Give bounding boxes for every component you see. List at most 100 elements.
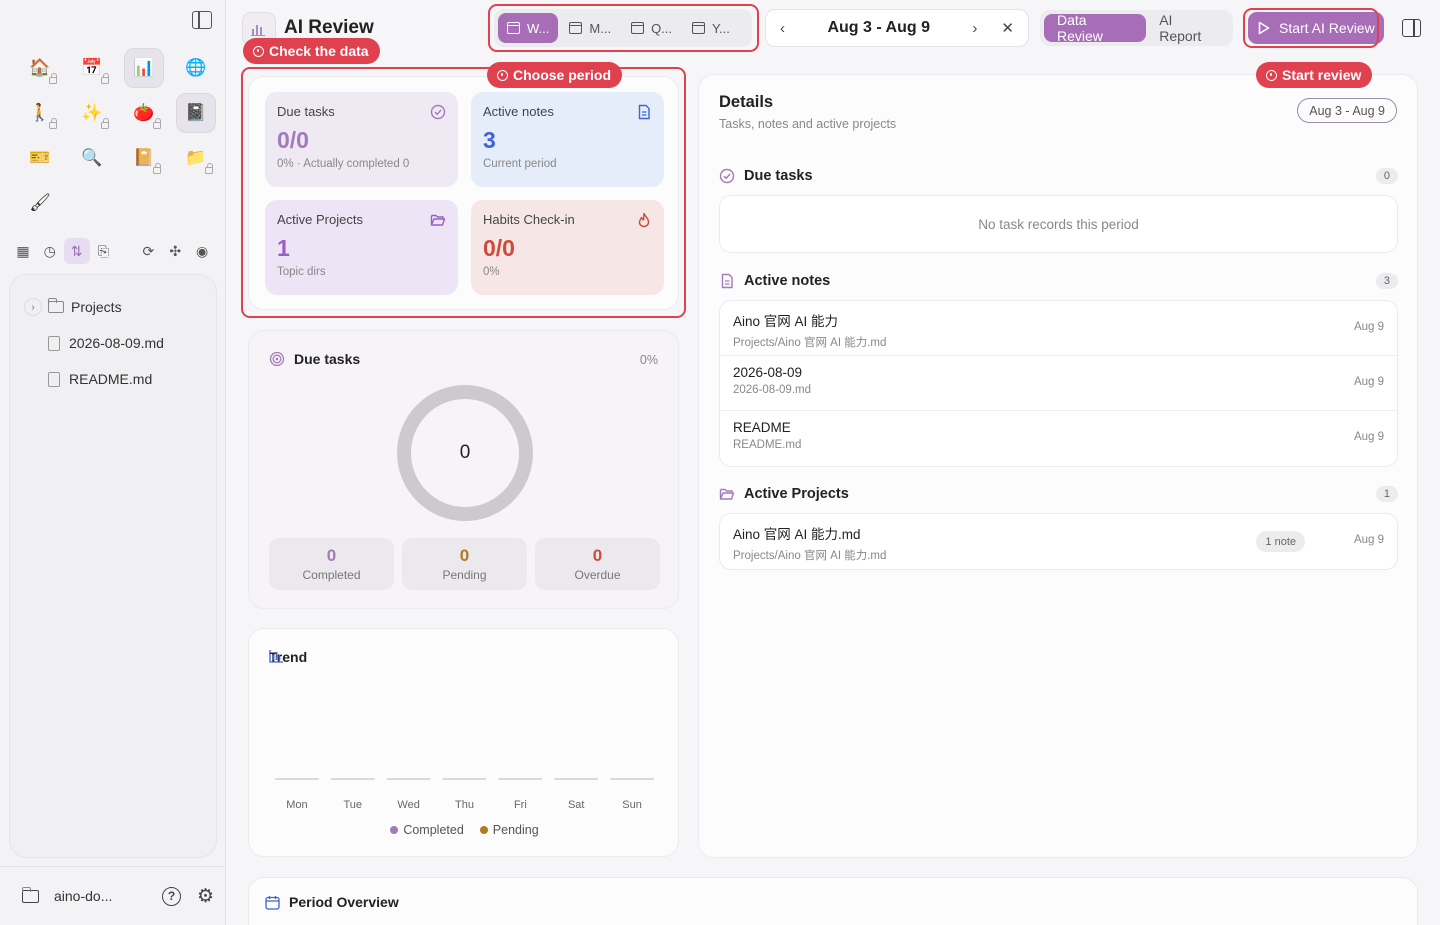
open-folder-icon[interactable] bbox=[21, 886, 39, 903]
due-tasks-card: Due tasks 0% 0 0 Completed 0 Pending 0 O… bbox=[248, 330, 679, 609]
data-review-tab[interactable]: Data Review bbox=[1044, 12, 1147, 44]
calendar-icon bbox=[507, 22, 520, 34]
stat-value: 0/0 bbox=[277, 127, 309, 153]
legend-swatch bbox=[390, 826, 399, 834]
stat-card-habits[interactable]: Habits Check-in 0/0 0% bbox=[471, 200, 664, 295]
stats-panel: Due tasks 0/0 0% · Actually completed 0 … bbox=[248, 76, 679, 310]
notebook-icon[interactable]: 📓 bbox=[176, 93, 216, 133]
note-date: Aug 9 bbox=[1353, 376, 1384, 388]
magnifier-icon[interactable]: 🔍 bbox=[72, 138, 112, 178]
book-icon[interactable]: 📔 bbox=[124, 138, 164, 178]
workspace-name[interactable]: aino-do... bbox=[54, 888, 146, 904]
tomato-icon[interactable]: 🍅 bbox=[124, 93, 164, 133]
list-item[interactable]: 2026-08-09 2026-08-09.md Aug 9 bbox=[720, 356, 1397, 411]
ai-report-tab[interactable]: AI Report bbox=[1146, 12, 1229, 44]
section-active-notes: Active notes 3 bbox=[719, 273, 1398, 289]
right-panel-toggle-icon[interactable] bbox=[1402, 19, 1421, 37]
calendar-icon[interactable]: 📅 bbox=[72, 48, 112, 88]
stat-label: Active notes bbox=[483, 104, 554, 119]
details-panel: Details Tasks, notes and active projects… bbox=[698, 74, 1418, 858]
note-date: Aug 9 bbox=[1353, 321, 1384, 333]
stat-card-due-tasks[interactable]: Due tasks 0/0 0% · Actually completed 0 bbox=[265, 92, 458, 187]
collapse-icon[interactable]: ✣ bbox=[162, 238, 188, 264]
page-title: AI Review bbox=[284, 17, 374, 38]
check-circle-icon bbox=[719, 168, 735, 184]
view-switch: Data Review AI Report bbox=[1040, 10, 1233, 46]
close-icon[interactable]: ✕ bbox=[1001, 19, 1014, 37]
list-item[interactable]: README README.md Aug 9 bbox=[720, 411, 1397, 466]
note-path: Projects/Aino 官网 AI 能力.md bbox=[733, 337, 887, 349]
period-tabs: W... M... Q... Y... bbox=[494, 9, 752, 47]
legend-completed[interactable]: Completed bbox=[390, 823, 464, 837]
tree-folder-label: Projects bbox=[71, 299, 122, 315]
chevron-right-icon[interactable]: › bbox=[24, 298, 42, 316]
tab-week[interactable]: W... bbox=[498, 13, 559, 43]
section-count: 1 bbox=[1375, 486, 1398, 502]
project-date: Aug 9 bbox=[1353, 534, 1384, 546]
overview-title: Period Overview bbox=[289, 894, 399, 910]
sort-icon[interactable]: ⇅ bbox=[63, 238, 90, 264]
active-projects-list: Aino 官网 AI 能力.md Projects/Aino 官网 AI 能力.… bbox=[719, 513, 1398, 570]
tree-folder-projects[interactable]: › Projects bbox=[10, 289, 216, 325]
refresh-icon[interactable]: ⟳ bbox=[135, 238, 161, 264]
tree-file[interactable]: 2026-08-09.md bbox=[10, 325, 216, 361]
sidebar: 🏠 📅 📊 🌐 🚶 ✨ 🍅 📓 🎫 🔍 📔 📁 🖌 ▦ ◷ ⇅ ⎘ ⟳ ✣ ◉ › Projects 2… bbox=[0, 0, 226, 925]
help-icon[interactable]: ? bbox=[162, 886, 181, 906]
lock-icon bbox=[49, 73, 57, 84]
tab-quarter[interactable]: Q... bbox=[622, 13, 681, 43]
app-launcher-grid: 🏠 📅 📊 🌐 🚶 ✨ 🍅 📓 🎫 🔍 📔 📁 🖌 bbox=[20, 48, 216, 223]
new-file-icon[interactable]: ⎘ bbox=[91, 238, 117, 264]
globe-icon[interactable]: 🌐 bbox=[176, 48, 216, 88]
sparkle-icon[interactable]: ✨ bbox=[72, 93, 112, 133]
clock-icon[interactable]: ◷ bbox=[37, 238, 63, 264]
due-percent: 0% bbox=[639, 353, 658, 367]
due-card-header: Due tasks bbox=[269, 351, 360, 367]
target-icon bbox=[269, 351, 285, 367]
pending-label: Pending bbox=[442, 568, 487, 582]
bar-chart-icon[interactable]: 📊 bbox=[124, 48, 164, 88]
gear-icon[interactable]: ⚙ bbox=[197, 885, 214, 908]
completed-label: Completed bbox=[302, 568, 361, 582]
folder-icon[interactable]: 📁 bbox=[176, 138, 216, 178]
sidebar-toggle-icon[interactable] bbox=[192, 11, 212, 29]
eye-icon[interactable]: ◉ bbox=[189, 238, 215, 264]
stat-sub: 0% · Actually completed 0 bbox=[277, 158, 410, 170]
section-title: Active Projects bbox=[744, 486, 849, 502]
ticket-icon[interactable]: 🎫 bbox=[20, 138, 60, 178]
section-title: Due tasks bbox=[744, 168, 813, 184]
section-count: 0 bbox=[1375, 168, 1398, 184]
lock-icon bbox=[49, 118, 57, 129]
legend-label: Pending bbox=[492, 823, 539, 837]
stat-card-active-projects[interactable]: Active Projects 1 Topic dirs bbox=[265, 200, 458, 295]
tree-file-label: README.md bbox=[69, 371, 153, 387]
document-icon bbox=[638, 104, 650, 120]
trend-baseline bbox=[386, 778, 431, 780]
list-item[interactable]: Aino 官网 AI 能力 Projects/Aino 官网 AI 能力.md … bbox=[720, 301, 1397, 356]
brush-icon[interactable]: 🖌 bbox=[20, 183, 60, 223]
pending-count: 0 bbox=[459, 546, 470, 565]
tree-file[interactable]: README.md bbox=[10, 361, 216, 397]
due-donut-chart: 0 bbox=[395, 383, 535, 523]
chevron-left-icon[interactable]: ‹ bbox=[780, 20, 785, 37]
tab-month[interactable]: M... bbox=[560, 13, 620, 43]
calendar-tool-icon[interactable]: ▦ bbox=[10, 238, 36, 264]
stat-value: 3 bbox=[483, 127, 496, 153]
due-card-title: Due tasks bbox=[294, 351, 361, 367]
trend-legend: Completed Pending bbox=[249, 823, 680, 837]
home-icon[interactable]: 🏠 bbox=[20, 48, 60, 88]
tab-year[interactable]: Y... bbox=[683, 13, 739, 43]
folder-icon bbox=[47, 298, 64, 313]
trend-baseline bbox=[274, 778, 319, 780]
legend-pending[interactable]: Pending bbox=[479, 823, 539, 837]
tab-label: M... bbox=[589, 20, 612, 36]
list-item[interactable]: Aino 官网 AI 能力.md Projects/Aino 官网 AI 能力.… bbox=[720, 514, 1397, 569]
due-breakdown: 0 Completed 0 Pending 0 Overdue bbox=[269, 538, 660, 590]
lock-icon bbox=[101, 118, 109, 129]
stat-value: 1 bbox=[277, 235, 290, 261]
walk-icon[interactable]: 🚶 bbox=[20, 93, 60, 133]
start-ai-review-button[interactable]: Start AI Review bbox=[1248, 12, 1384, 44]
trend-baseline bbox=[610, 778, 655, 780]
trend-chart: Mon Tue Wed Thu Fri Sat Sun bbox=[274, 778, 655, 811]
stat-card-active-notes[interactable]: Active notes 3 Current period bbox=[471, 92, 664, 187]
chevron-right-icon[interactable]: › bbox=[972, 20, 977, 37]
